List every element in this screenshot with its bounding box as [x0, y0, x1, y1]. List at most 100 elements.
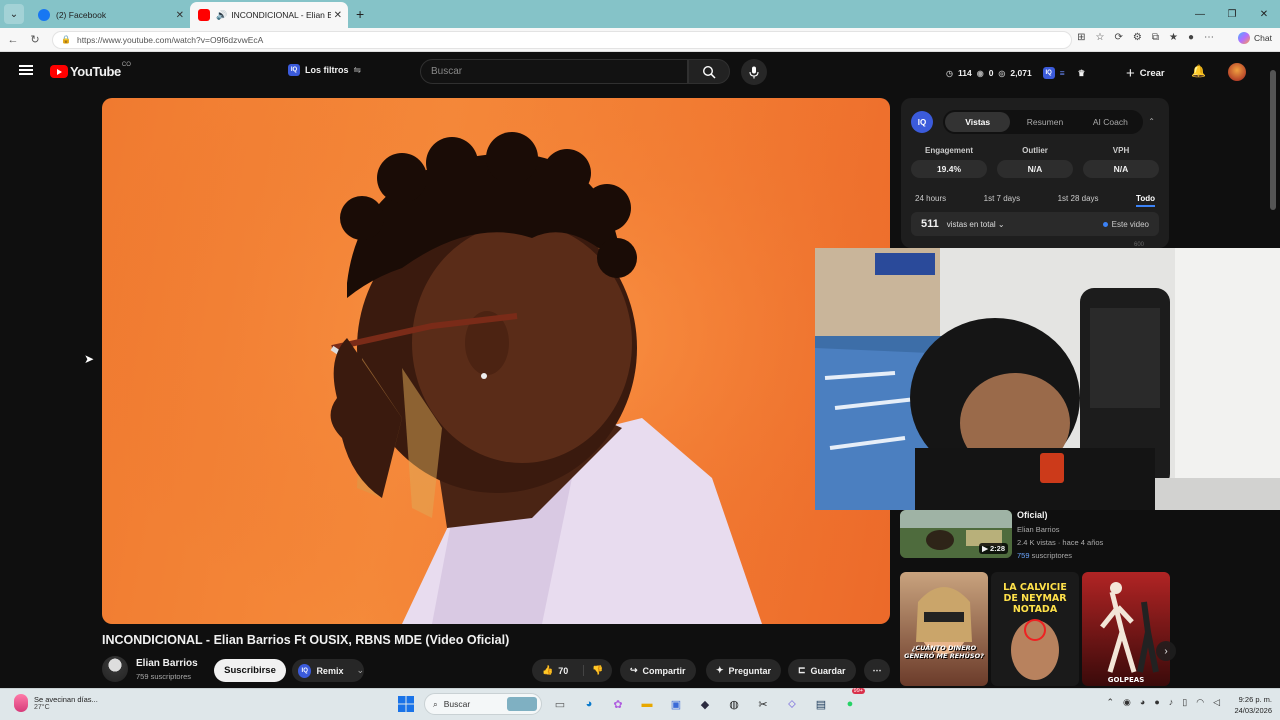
channel-name[interactable]: Elian Barrios	[136, 658, 198, 669]
total-views-row: 511 vistas en total ⌄ Este video	[911, 212, 1159, 236]
battery-icon[interactable]: ▯	[1182, 697, 1187, 708]
related-title[interactable]: Oficial)	[1017, 510, 1048, 520]
close-icon[interactable]: ✕	[334, 10, 342, 21]
menu-hamburger-icon[interactable]	[19, 65, 33, 75]
split-icon[interactable]: ⧉	[1152, 32, 1159, 43]
trophy-icon[interactable]: ♛	[1078, 68, 1086, 79]
remix-button[interactable]: IQ Remix ⌄	[292, 659, 364, 682]
iq-icon[interactable]: IQ	[1042, 67, 1055, 79]
volume-icon[interactable]: ◁	[1213, 697, 1220, 708]
restore-icon[interactable]: ❐	[1216, 9, 1248, 20]
range-todo[interactable]: Todo	[1136, 194, 1155, 207]
more-actions-button[interactable]: ⋯	[864, 659, 890, 682]
create-button[interactable]: + Crear	[1126, 65, 1165, 82]
short-card[interactable]: LA CALVICIE DE NEYMAR NOTADA	[991, 572, 1079, 686]
back-icon[interactable]: ←	[2, 34, 24, 46]
app-icon[interactable]: ⊞	[1077, 32, 1085, 43]
app-icon[interactable]: ◆	[694, 693, 716, 715]
address-bar-row: ← ↻ 🔒 https://www.youtube.com/watch?v=O9…	[0, 28, 1280, 52]
tab-vistas[interactable]: Vistas	[945, 112, 1011, 132]
dislike-icon[interactable]: 👎	[583, 665, 603, 676]
window-controls: — ❐ ✕	[1184, 0, 1280, 28]
facebook-icon	[38, 9, 50, 21]
channel-info[interactable]: Elian Barrios 759 suscriptores	[102, 656, 198, 682]
profile-icon[interactable]: ●	[1188, 32, 1194, 43]
more-icon[interactable]: ⋯	[1204, 32, 1214, 43]
short-card[interactable]: ¿CUÁNTO DINERO GENERÓ ME REHÚSO?	[900, 572, 988, 686]
capcut-icon[interactable]: ✂	[752, 693, 774, 715]
share-button[interactable]: ↪ Compartir	[620, 659, 696, 682]
tab-ai-coach[interactable]: AI Coach	[1078, 112, 1143, 132]
windows-start-icon[interactable]	[395, 693, 417, 715]
copilot-icon[interactable]: ✿	[607, 693, 629, 715]
wifi-icon[interactable]: ◠	[1196, 697, 1204, 708]
collapse-chevron-icon[interactable]: ⌃	[1148, 117, 1155, 126]
range-24-hours[interactable]: 24 hours	[915, 194, 946, 207]
tray-whatsapp-icon[interactable]: ●	[1154, 697, 1159, 708]
page-scrollbar[interactable]	[1270, 58, 1276, 682]
notifications-bell-icon[interactable]: 🔔	[1191, 64, 1206, 78]
store-icon[interactable]: ▣	[665, 693, 687, 715]
edge-icon[interactable]: ◕	[578, 693, 600, 715]
tray-chevron-up-icon[interactable]: ⌃	[1106, 697, 1114, 708]
minimize-icon[interactable]: —	[1184, 9, 1216, 20]
scrollbar-thumb[interactable]	[1270, 70, 1276, 210]
short-card[interactable]: GOLPEAS	[1082, 572, 1170, 686]
share-label: Compartir	[642, 665, 686, 676]
related-subscribers: 759 suscriptores	[1017, 551, 1072, 560]
system-clock[interactable]: 9:26 p. m. 24/03/2026	[1234, 694, 1272, 716]
app3-icon[interactable]: ▤	[810, 693, 832, 715]
channel-subscribers: 759 suscriptores	[136, 671, 192, 681]
taskbar-search[interactable]: ⌕ Buscar	[424, 693, 542, 715]
related-video-item[interactable]: ▶ 2:28 Oficial) Elian Barrios 2.4 K vist…	[900, 510, 1170, 560]
list-icon[interactable]: ≡	[1060, 68, 1065, 78]
short-caption: GOLPEAS	[1107, 676, 1145, 684]
channel-avatar[interactable]	[102, 656, 128, 682]
reload-icon[interactable]: ↻	[24, 33, 46, 46]
search-button[interactable]	[688, 59, 730, 84]
close-icon[interactable]: ✕	[176, 10, 184, 21]
subscribe-button[interactable]: Suscribirse	[214, 659, 286, 682]
extensions-icon[interactable]: ⟳	[1114, 32, 1122, 43]
tab-resumen[interactable]: Resumen	[1012, 112, 1077, 132]
filters-button[interactable]: IQ Los filtros ⇋	[288, 64, 361, 76]
file-explorer-icon[interactable]: ▬	[636, 693, 658, 715]
account-avatar[interactable]	[1228, 63, 1246, 81]
speaker-icon[interactable]: 🔊	[216, 10, 227, 21]
puzzle-icon[interactable]: ⚙	[1133, 32, 1142, 43]
steam-icon[interactable]: ◍	[723, 693, 745, 715]
youtube-logo[interactable]: YouTube CO	[50, 62, 131, 79]
range-28-days[interactable]: 1st 28 days	[1058, 194, 1099, 207]
voice-search-button[interactable]	[741, 59, 767, 85]
save-button[interactable]: ⊏ Guardar	[788, 659, 856, 682]
shorts-next-chevron-icon[interactable]: ›	[1156, 641, 1176, 661]
tab-facebook[interactable]: (2) Facebook ✕	[30, 2, 190, 28]
tray-mic-icon[interactable]: ♪	[1169, 697, 1174, 708]
collections-icon[interactable]: ★	[1169, 32, 1178, 43]
video-player[interactable]	[102, 98, 890, 624]
chat-label: Chat	[1254, 33, 1272, 43]
like-count[interactable]: 70	[558, 666, 568, 676]
whatsapp-icon[interactable]: ● 99+	[839, 688, 865, 715]
search-input[interactable]: Buscar	[420, 59, 688, 84]
weather-widget[interactable]: Se avecinan días... 27°C	[14, 694, 98, 712]
app2-icon[interactable]: ⬦	[781, 693, 803, 715]
range-7-days[interactable]: 1st 7 days	[984, 194, 1020, 207]
views-dropdown[interactable]: vistas en total ⌄	[947, 220, 1005, 229]
favorite-star-icon[interactable]: ☆	[1096, 32, 1105, 43]
tab-list-chevron-icon[interactable]: ⌄	[4, 4, 24, 24]
total-views-label: vistas en total	[946, 219, 996, 229]
like-icon[interactable]: 👍	[542, 665, 553, 676]
new-tab-plus-icon[interactable]: +	[356, 6, 364, 22]
copilot-chat-button[interactable]: Chat	[1238, 32, 1272, 44]
tray-app-icon[interactable]: ◉	[1123, 697, 1131, 708]
filters-label: Los filtros	[305, 65, 349, 75]
tray-edge-icon[interactable]: ◕	[1140, 697, 1145, 708]
tab-youtube[interactable]: 🔊 INCONDICIONAL - Elian Barrios ✕	[190, 2, 348, 28]
task-view-icon[interactable]: ▭	[549, 693, 571, 715]
url-field[interactable]: 🔒 https://www.youtube.com/watch?v=O9f6dz…	[52, 30, 1072, 49]
ask-button[interactable]: ✦ Preguntar	[706, 659, 782, 682]
metrics-row: Engagement 19.4% Outlier N/A VPH N/A	[911, 146, 1159, 178]
close-window-icon[interactable]: ✕	[1248, 9, 1280, 20]
related-thumbnail[interactable]: ▶ 2:28	[900, 510, 1012, 558]
